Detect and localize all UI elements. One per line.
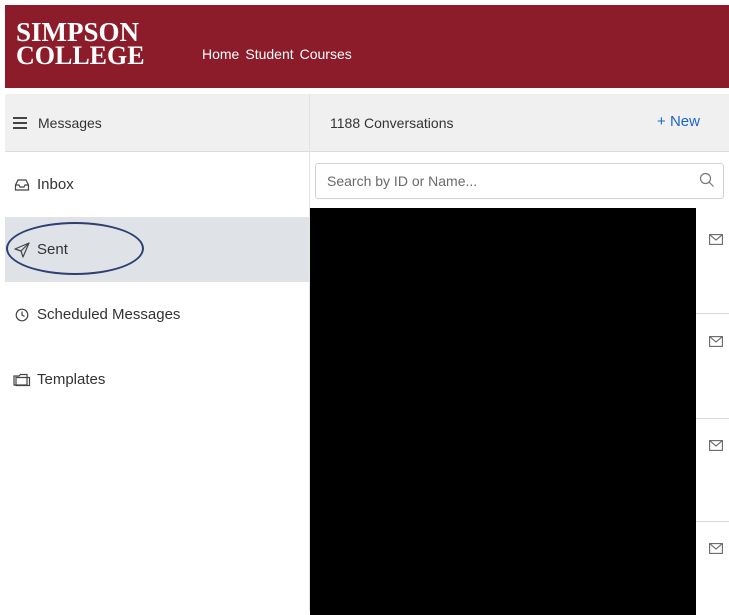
new-conversation-button[interactable]: + New bbox=[657, 113, 700, 130]
top-nav: Home Student Courses bbox=[202, 45, 352, 63]
sidebar-item-inbox[interactable]: Inbox bbox=[5, 152, 309, 217]
inbox-icon bbox=[13, 176, 31, 194]
sidebar-item-label: Inbox bbox=[37, 176, 74, 193]
row-divider bbox=[696, 418, 729, 419]
sidebar-header: Messages bbox=[5, 94, 309, 152]
envelope-icon[interactable] bbox=[709, 440, 723, 451]
sidebar-item-sent[interactable]: Sent bbox=[5, 217, 309, 282]
messages-sidebar: Messages Inbox Sent Scheduled Messages T… bbox=[5, 94, 309, 611]
nav-courses[interactable]: Courses bbox=[300, 45, 352, 63]
redacted-conversation-list bbox=[310, 208, 696, 615]
search-icon[interactable] bbox=[699, 172, 715, 188]
conversations-header: 1188 Conversations + New bbox=[310, 94, 729, 152]
new-button-label: New bbox=[669, 113, 700, 130]
sidebar-item-label: Sent bbox=[37, 241, 68, 258]
college-logo[interactable]: SIMPSON COLLEGE bbox=[16, 19, 145, 70]
sidebar-item-templates[interactable]: Templates bbox=[5, 347, 309, 412]
sidebar-item-label: Scheduled Messages bbox=[37, 306, 181, 323]
nav-student[interactable]: Student bbox=[245, 45, 293, 63]
envelope-icon[interactable] bbox=[709, 336, 723, 347]
search-box bbox=[315, 163, 724, 199]
folder-icon bbox=[13, 371, 31, 389]
clock-icon bbox=[13, 306, 31, 324]
logo-line-2: COLLEGE bbox=[16, 41, 145, 70]
sidebar-item-scheduled-messages[interactable]: Scheduled Messages bbox=[5, 282, 309, 347]
search-input[interactable] bbox=[316, 164, 708, 198]
nav-home[interactable]: Home bbox=[202, 45, 239, 63]
conversation-count: 1188 Conversations bbox=[330, 115, 454, 131]
envelope-icon[interactable] bbox=[709, 234, 723, 245]
row-divider bbox=[696, 313, 729, 314]
envelope-icon[interactable] bbox=[709, 543, 723, 554]
send-icon bbox=[13, 241, 31, 259]
plus-icon: + bbox=[657, 113, 666, 130]
top-header: SIMPSON COLLEGE Home Student Courses bbox=[5, 5, 729, 88]
sidebar-title: Messages bbox=[38, 114, 102, 131]
row-divider bbox=[696, 521, 729, 522]
hamburger-menu-icon[interactable] bbox=[13, 116, 29, 129]
sidebar-item-label: Templates bbox=[37, 371, 106, 388]
